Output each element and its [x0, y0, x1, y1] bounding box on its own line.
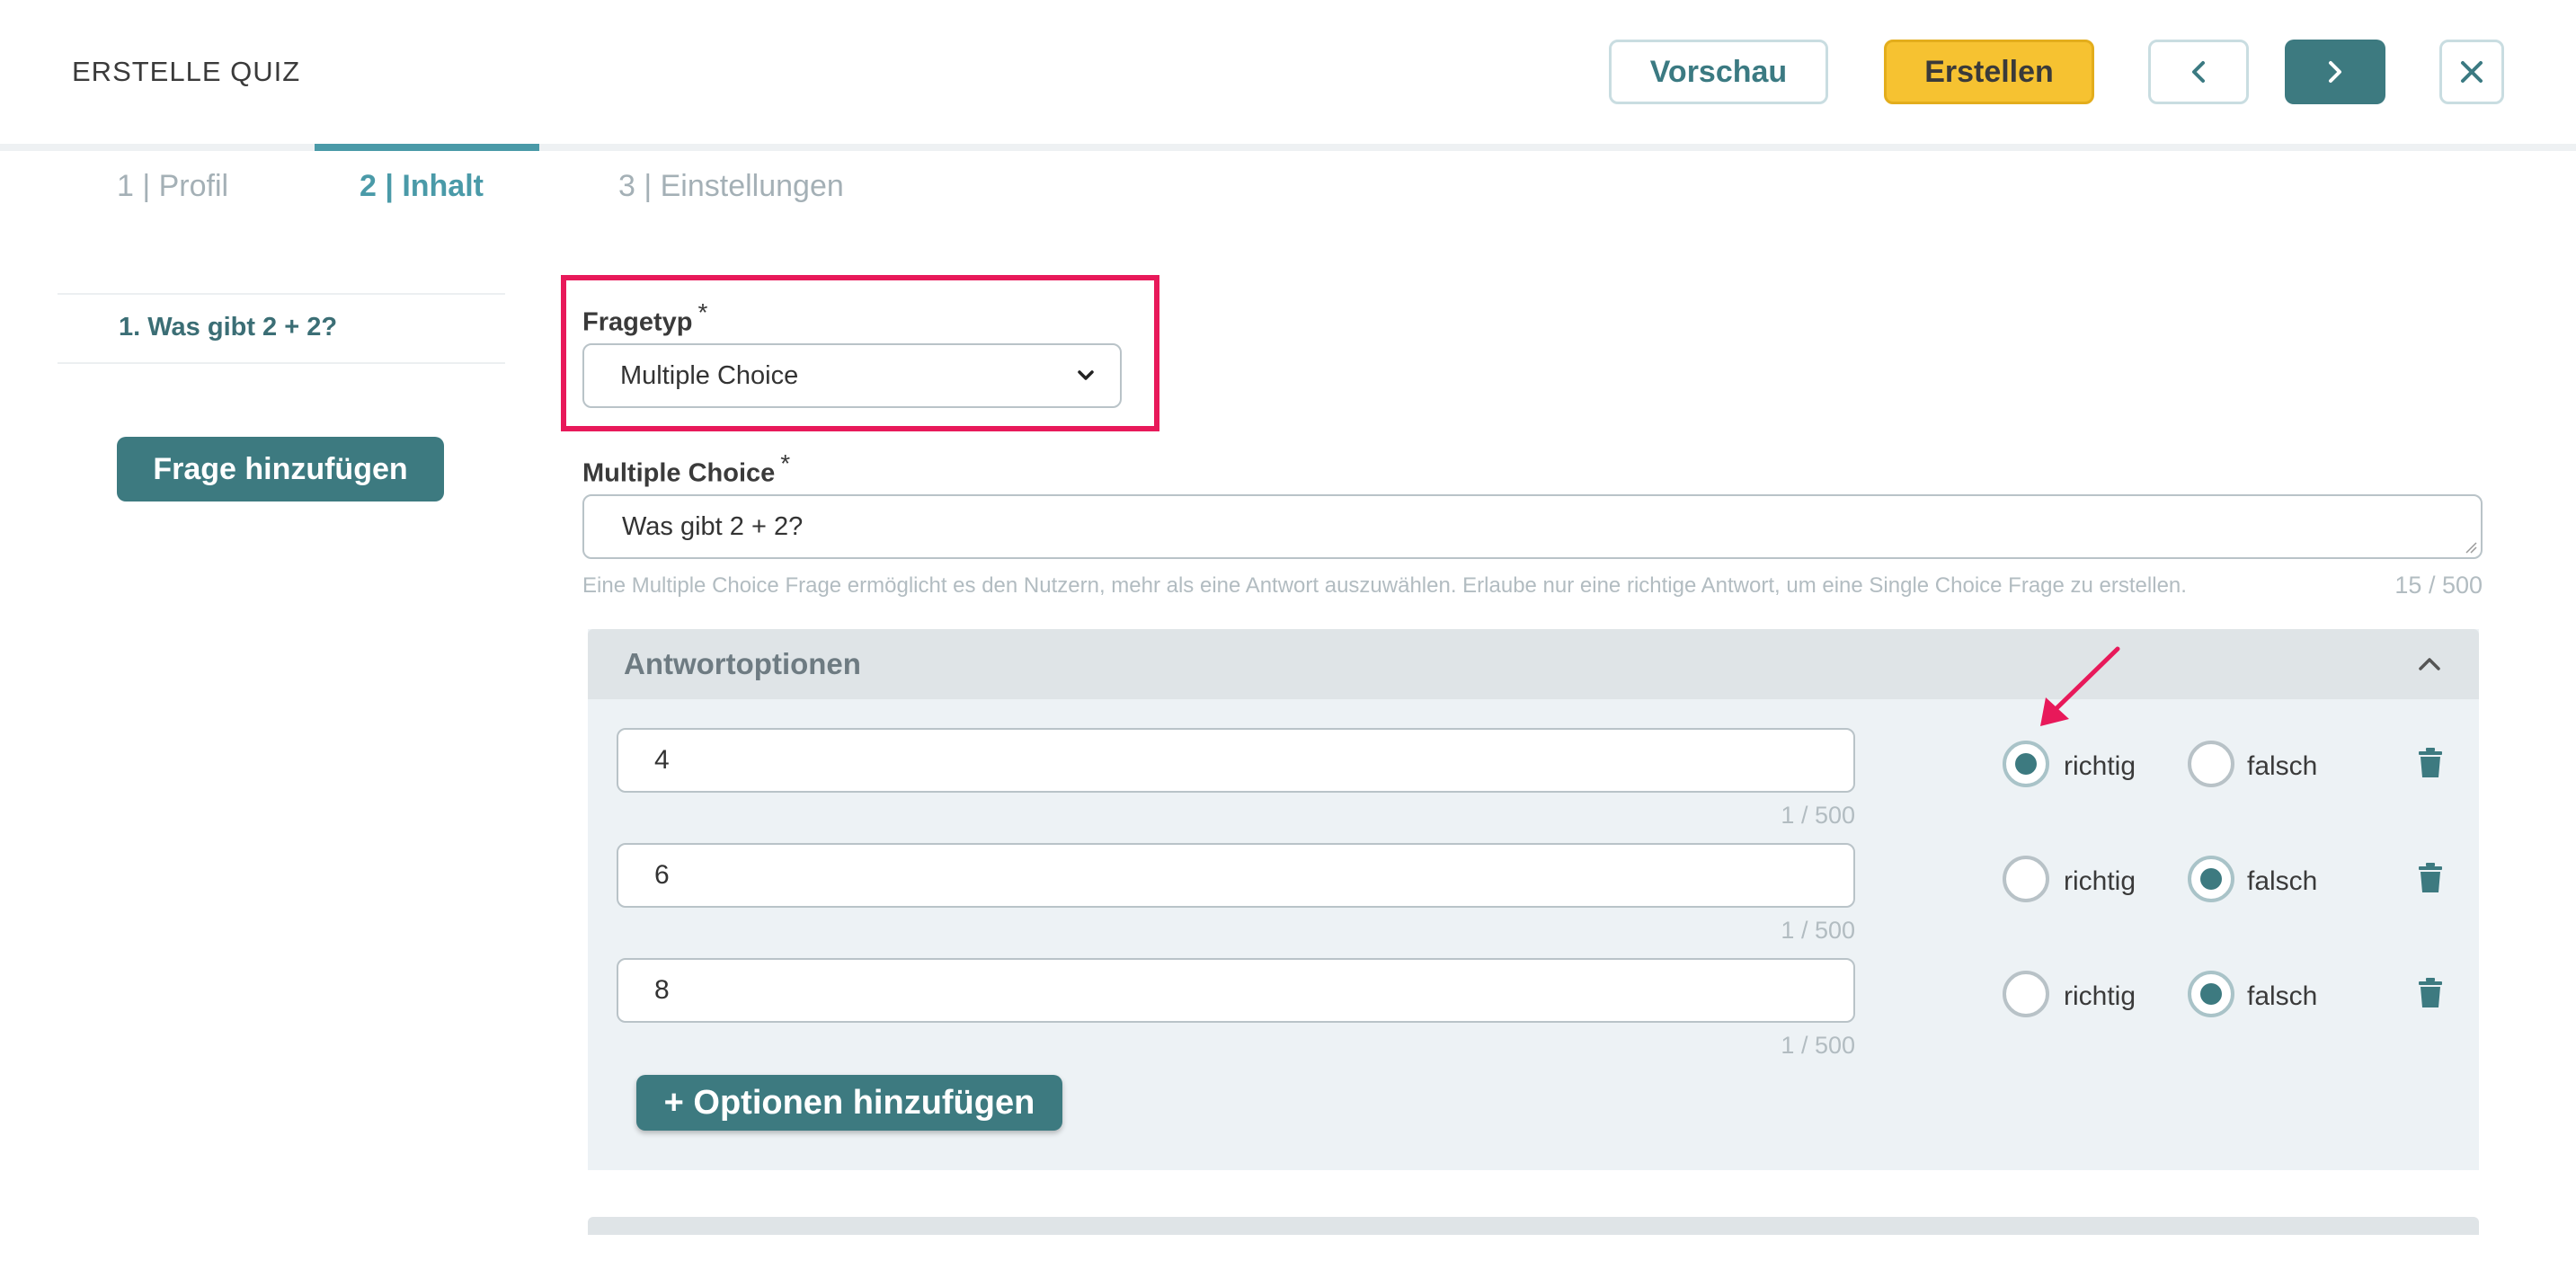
answer-options-header[interactable]: Antwortoptionen	[588, 629, 2479, 699]
correct-radio-label: richtig	[2064, 866, 2136, 896]
answer-option-value: 8	[654, 975, 670, 1005]
active-tab-indicator	[315, 144, 539, 151]
sidebar-item-question[interactable]: 1. Was gibt 2 + 2?	[119, 313, 337, 342]
next-panel-header[interactable]	[588, 1217, 2479, 1235]
wrong-radio[interactable]	[2188, 741, 2234, 787]
answer-option-value: 4	[654, 745, 670, 775]
header: ERSTELLE QUIZ Vorschau Erstellen	[0, 0, 2576, 144]
sidebar-divider	[58, 362, 505, 364]
correct-radio-label: richtig	[2064, 981, 2136, 1011]
question-text-value: Was gibt 2 + 2?	[622, 511, 804, 541]
wrong-radio-label: falsch	[2247, 866, 2318, 896]
answer-option-counter: 1 / 500	[1781, 802, 1855, 829]
previous-button[interactable]	[2148, 40, 2249, 104]
tab-einstellungen[interactable]: 3 | Einstellungen	[618, 169, 844, 204]
answer-option-counter: 1 / 500	[1781, 917, 1855, 944]
add-question-button[interactable]: Frage hinzufügen	[117, 437, 444, 501]
answer-option-input[interactable]: 4	[617, 728, 1855, 793]
close-button[interactable]	[2439, 40, 2504, 104]
answer-option-value: 6	[654, 860, 670, 890]
correct-radio-label: richtig	[2064, 751, 2136, 781]
sidebar-divider	[58, 293, 505, 295]
question-type-label: Fragetyp *	[582, 298, 708, 337]
question-text-field[interactable]: Was gibt 2 + 2?	[582, 494, 2483, 559]
answer-option-counter: 1 / 500	[1781, 1032, 1855, 1059]
resize-handle-icon[interactable]	[2465, 541, 2477, 554]
wrong-radio[interactable]	[2188, 856, 2234, 902]
trash-icon[interactable]	[2418, 748, 2443, 778]
tab-profil[interactable]: 1 | Profil	[117, 169, 228, 204]
trash-icon[interactable]	[2418, 978, 2443, 1008]
wrong-radio-label: falsch	[2247, 751, 2318, 781]
wrong-radio[interactable]	[2188, 971, 2234, 1017]
correct-radio[interactable]	[2003, 856, 2049, 902]
answer-option-input[interactable]: 8	[617, 958, 1855, 1023]
answer-options-title: Antwortoptionen	[624, 647, 861, 680]
question-hint: Eine Multiple Choice Frage ermöglicht es…	[582, 573, 2187, 598]
correct-radio[interactable]	[2003, 741, 2049, 787]
trash-icon[interactable]	[2418, 863, 2443, 893]
page-title: ERSTELLE QUIZ	[72, 56, 301, 87]
chevron-up-icon[interactable]	[2416, 651, 2443, 678]
create-button[interactable]: Erstellen	[1884, 40, 2094, 104]
question-type-value: Multiple Choice	[620, 360, 799, 390]
annotation-arrow-icon	[2040, 646, 2120, 726]
chevron-down-icon	[1078, 370, 1094, 380]
chevron-left-icon	[2192, 61, 2205, 83]
close-icon	[2461, 61, 2483, 83]
tab-inhalt[interactable]: 2 | Inhalt	[360, 169, 484, 204]
correct-radio[interactable]	[2003, 971, 2049, 1017]
chevron-right-icon	[2329, 61, 2341, 83]
question-text-label: Multiple Choice *	[582, 449, 791, 488]
question-char-counter: 15 / 500	[2394, 572, 2483, 599]
answer-option-input[interactable]: 6	[617, 843, 1855, 908]
next-button[interactable]	[2285, 40, 2385, 104]
preview-button[interactable]: Vorschau	[1609, 40, 1828, 104]
add-option-button[interactable]: + Optionen hinzufügen	[636, 1075, 1062, 1131]
wrong-radio-label: falsch	[2247, 981, 2318, 1011]
question-type-select[interactable]: Multiple Choice	[582, 343, 1122, 408]
